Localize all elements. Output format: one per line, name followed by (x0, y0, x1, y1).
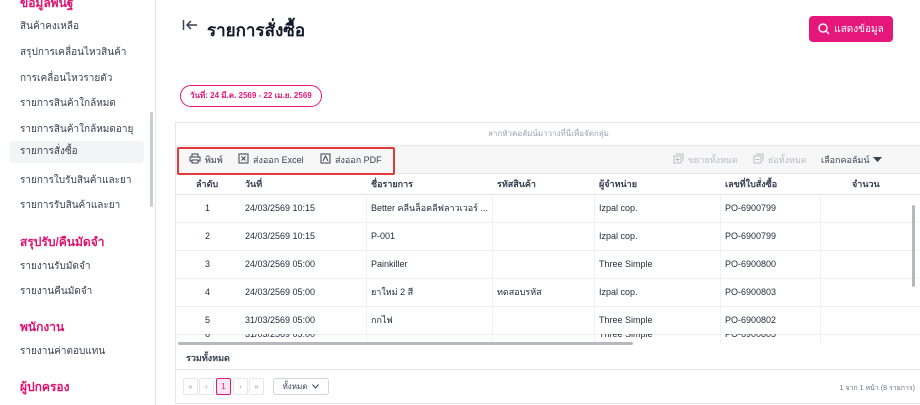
page-1-button[interactable]: 1 (216, 378, 231, 395)
export-excel-button[interactable]: ส่งออก Excel (238, 146, 304, 173)
cell-po: PO-6900800 (725, 259, 777, 269)
export-excel-label: ส่งออก Excel (253, 154, 304, 165)
cell-no: 4 (205, 287, 211, 297)
sidebar-section-deposit: สรุปรับ/คืนมัดจำ (20, 235, 105, 249)
vertical-scrollbar[interactable] (912, 205, 915, 287)
arrow-left-bar-icon[interactable] (182, 18, 198, 37)
sidebar-item-compensation[interactable]: รายงานค่าตอบแทน (20, 344, 105, 359)
cell-vendor: Three Simple (599, 259, 653, 269)
summary-total-label: รวมทั้งหมด (186, 353, 230, 363)
sidebar-item-deposit-returned[interactable]: รายงานคืนมัดจำ (20, 284, 92, 299)
cell-name: ยาใหม่ 2 สี (371, 287, 414, 297)
print-button[interactable]: พิมพ์ (189, 146, 223, 173)
cell-name: กกไฟ (371, 315, 393, 325)
cell-po: PO-6900805 (725, 334, 777, 339)
sidebar-section-basic: ข้อมูลพื้นฐ (20, 0, 74, 10)
print-label: พิมพ์ (205, 154, 223, 165)
sidebar-item-low-stock[interactable]: รายการสินค้าใกล้หมด (20, 96, 116, 111)
column-header-code[interactable]: รหัสสินค้า (497, 174, 536, 194)
page-size-value: ทั้งหมด (282, 382, 308, 391)
cell-name: Painkiller (371, 259, 408, 269)
cell-no: 3 (205, 259, 211, 269)
pdf-file-icon (320, 153, 331, 166)
chevron-down-icon (312, 382, 320, 391)
cell-no: 1 (205, 203, 211, 213)
search-icon (818, 23, 830, 35)
table-row[interactable]: 4 24/03/2569 05:00 ยาใหม่ 2 สี ทดสอบรหัส… (176, 278, 920, 307)
sidebar-item-near-expiry[interactable]: รายการสินค้าใกล้หมดอายุ (20, 122, 133, 137)
sidebar-item-purchase-orders[interactable]: รายการสั่งซื้อ (10, 141, 144, 163)
sidebar-item-movement-summary[interactable]: สรุปการเคลื่อนไหวสินค้า (20, 45, 126, 60)
sidebar-scrollbar[interactable] (150, 112, 153, 207)
column-header-qty[interactable]: จำนวน (852, 174, 880, 194)
collapse-all-label: ย่อทั้งหมด (768, 154, 807, 165)
cell-date: 24/03/2569 10:15 (245, 203, 316, 213)
show-data-button[interactable]: แสดงข้อมูล (809, 16, 893, 42)
sidebar-item-deposit-received[interactable]: รายงานรับมัดจำ (20, 259, 90, 274)
printer-icon (189, 153, 201, 166)
collapse-icon (753, 153, 764, 166)
first-page-button[interactable]: « (183, 378, 198, 395)
column-header-vendor[interactable]: ผู้จำหน่าย (599, 174, 637, 194)
export-pdf-label: ส่งออก PDF (335, 154, 382, 165)
choose-columns-dropdown[interactable]: เลือกคอลัมน์ (821, 146, 883, 173)
table-row[interactable]: 3 24/03/2569 05:00 Painkiller Three Simp… (176, 250, 920, 279)
export-pdf-button[interactable]: ส่งออก PDF (320, 146, 382, 173)
cell-date: 31/03/2569 05:00 (245, 315, 316, 325)
sidebar: ข้อมูลพื้นฐ สินค้าคงเหลือ สรุปการเคลื่อน… (0, 0, 156, 405)
column-header-po[interactable]: เลขที่ใบสั่งซื้อ (725, 174, 777, 194)
prev-page-button[interactable]: ‹ (199, 378, 214, 395)
sidebar-item-receiving-docs[interactable]: รายการใบรับสินค้าและยา (20, 173, 132, 188)
table-row[interactable]: 2 24/03/2569 10:15 P-001 Izpal cop. PO-6… (176, 222, 920, 251)
grid-toolbar: พิมพ์ ส่งออก Excel ส่งออก PDF ขยายทั้งหม… (176, 146, 920, 175)
cell-vendor: Izpal cop. (599, 287, 638, 297)
cell-no: 5 (205, 315, 211, 325)
sidebar-item-stock-balance[interactable]: สินค้าคงเหลือ (20, 19, 79, 34)
cell-po: PO-6900799 (725, 231, 777, 241)
cell-po: PO-6900799 (725, 203, 777, 213)
sidebar-item-receiving-list[interactable]: รายการรับสินค้าและยา (20, 198, 120, 213)
cell-date: 24/03/2569 05:00 (245, 287, 316, 297)
table-row[interactable]: 5 31/03/2569 05:00 กกไฟ Three Simple PO-… (176, 306, 920, 335)
sidebar-section-parents: ผู้ปกครอง (20, 380, 70, 394)
column-header-date[interactable]: วันที่ (245, 174, 262, 194)
cell-vendor: Izpal cop. (599, 231, 638, 241)
column-header-name[interactable]: ชื่อรายการ (371, 174, 413, 194)
cell-date: 24/03/2569 10:15 (245, 231, 316, 241)
column-header-no[interactable]: ลำดับ (196, 174, 218, 194)
sidebar-section-staff: พนักงาน (20, 320, 65, 334)
cell-no: 2 (205, 231, 211, 241)
table-row[interactable]: 1 24/03/2569 10:15 Better คลีนล็อคลีฟลาว… (176, 194, 920, 223)
date-range-filter[interactable]: วันที่: 24 มี.ค. 2569 - 22 เม.ย. 2569 (180, 85, 322, 107)
last-page-button[interactable]: » (249, 378, 264, 395)
page-title: รายการสั่งซื้อ (207, 21, 306, 40)
sidebar-item-item-movement[interactable]: การเคลื่อนไหวรายตัว (20, 71, 112, 86)
table-header: ลำดับ วันที่ ชื่อรายการ รหัสสินค้า ผู้จำ… (176, 174, 920, 195)
cell-date: 24/03/2569 05:00 (245, 259, 316, 269)
expand-all-button[interactable]: ขยายทั้งหมด (673, 146, 738, 173)
main-content: รายการสั่งซื้อ แสดงข้อมูล วันที่: 24 มี.… (155, 0, 920, 405)
horizontal-scrollbar[interactable] (178, 342, 633, 345)
cell-po: PO-6900802 (725, 315, 777, 325)
expand-icon (673, 153, 684, 166)
cell-vendor: Three Simple (599, 315, 653, 325)
pager-info: 1 จาก 1 หน้า (8 รายการ) (839, 385, 915, 392)
cell-name: P-001 (371, 231, 396, 241)
cell-po: PO-6900803 (725, 287, 777, 297)
group-panel-hint[interactable]: ลากหัวคอลัมน์มาวางที่นี่เพื่อจัดกลุ่ม (176, 123, 920, 146)
data-grid: ลากหัวคอลัมน์มาวางที่นี่เพื่อจัดกลุ่ม พิ… (175, 122, 920, 404)
expand-all-label: ขยายทั้งหมด (688, 154, 738, 165)
show-data-label: แสดงข้อมูล (834, 23, 884, 35)
cell-name: Better คลีนล็อคลีฟลาวเวอร์ ... (371, 203, 489, 213)
cell-vendor: Izpal cop. (599, 203, 638, 213)
excel-file-icon (238, 153, 249, 166)
pager: « ‹ 1 › » ทั้งหมด 1 จาก 1 หน้า (8 รายการ… (176, 369, 920, 403)
collapse-all-button[interactable]: ย่อทั้งหมด (753, 146, 807, 173)
caret-down-icon (873, 155, 883, 165)
next-page-button[interactable]: › (233, 378, 248, 395)
cell-code: ทดสอบรหัส (497, 287, 542, 297)
choose-columns-label: เลือกคอลัมน์ (821, 154, 870, 165)
page-size-select[interactable]: ทั้งหมด (273, 378, 329, 395)
